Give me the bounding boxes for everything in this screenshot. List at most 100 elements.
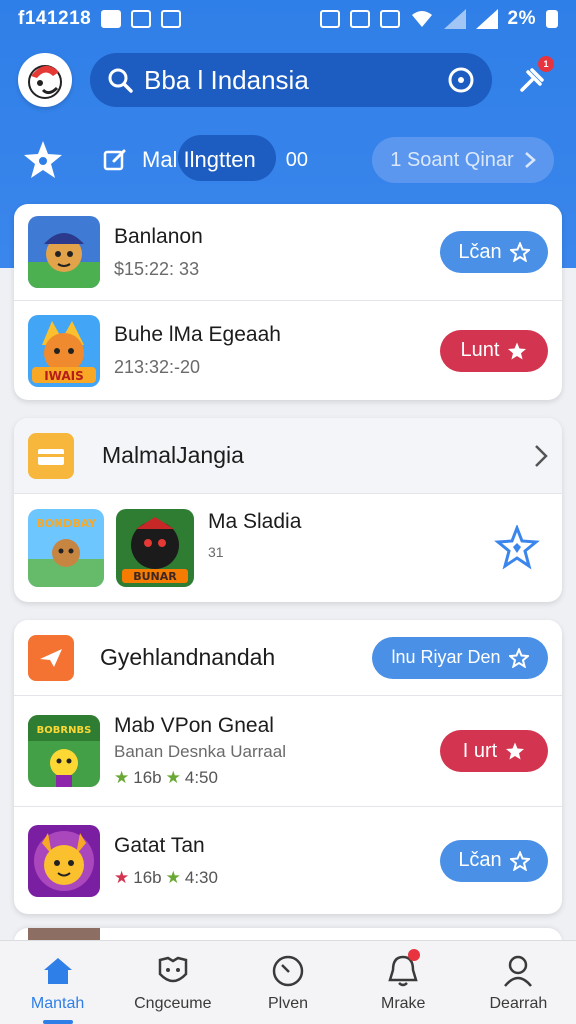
tab-edit[interactable]: Mal Ilngtten <box>102 135 276 181</box>
action-button-label: I urt <box>462 739 498 762</box>
nav-profile[interactable]: Dearrah <box>461 941 576 1024</box>
star-badge-icon[interactable] <box>494 525 540 571</box>
nav-home[interactable]: Mantah <box>0 941 115 1024</box>
section-header[interactable]: MalmalJangia <box>14 418 562 494</box>
nav-notifications-label: Mrake <box>380 995 426 1012</box>
list-item[interactable]: BONDBAY BUNAR Ma Sladia 31 <box>14 494 562 602</box>
star-icon: ★ <box>114 867 130 887</box>
app-thumbnail: BUNAR <box>116 509 194 587</box>
rating-value: 4:50 <box>184 768 218 787</box>
rating-row: ★ 16b ★ 4:30 <box>114 868 440 888</box>
nav-games[interactable]: Cngceume <box>115 941 230 1024</box>
nav-home-label: Mantah <box>30 995 85 1012</box>
section-title: Gyehlandnandah <box>100 644 276 670</box>
app-title: Mab VPon Gneal <box>114 714 274 737</box>
signal-full-icon <box>475 9 498 29</box>
action-button[interactable]: Lčan <box>440 839 548 882</box>
star-icon: ★ <box>114 768 130 787</box>
scan-icon[interactable] <box>446 65 476 95</box>
section-header: Gyehlandnandah lnu Riyar Den <box>14 620 562 696</box>
nav-plan[interactable]: Plven <box>230 941 345 1024</box>
clock-icon <box>270 953 306 989</box>
game-scene-image: BUNAR <box>116 509 194 587</box>
edit-icon <box>103 149 126 171</box>
list-item[interactable]: Banlanon $15:22: 33 Lčan <box>14 204 562 300</box>
data-icon <box>379 10 400 28</box>
send-icon <box>28 634 74 681</box>
section-title: MalmalJangia <box>102 442 244 468</box>
action-button-label: Lunt <box>460 339 500 361</box>
notification-badge: 1 <box>538 56 554 72</box>
star-outline-icon <box>509 850 530 871</box>
svg-text:IWAIS: IWAIS <box>44 369 84 383</box>
star-badge-icon <box>24 141 62 178</box>
game-character-image <box>28 824 100 897</box>
app-title: Buhe lMa Egeaah <box>114 323 281 346</box>
tab-edit-label: Mal Ilngtten <box>142 147 256 172</box>
search-icon <box>108 68 133 93</box>
search-input[interactable]: Bba l Indansia <box>144 65 446 96</box>
battery-icon <box>546 10 558 28</box>
vibrate-icon <box>349 10 370 28</box>
section-action-label: lnu Riyar Den <box>391 647 501 667</box>
list-item[interactable]: BOBRNBS Mab VPon Gneal Banan Desnka Uarr… <box>14 696 562 806</box>
star-icon <box>508 342 527 359</box>
status-bar: f141218 2% <box>0 0 576 38</box>
featured-card: Banlanon $15:22: 33 Lčan IWAIS Buhe lMa … <box>14 204 562 400</box>
action-button[interactable]: Lčan <box>440 231 548 273</box>
app-subtitle: $15:22: 33 <box>114 258 200 279</box>
game-character-image: IWAIS <box>28 314 100 387</box>
scan-qr-label: 1 Soant Qinar <box>390 148 514 171</box>
nav-profile-label: Dearrah <box>489 995 548 1012</box>
section-action-button[interactable]: lnu Riyar Den <box>372 636 548 679</box>
notifications-button[interactable]: 1 <box>514 56 554 98</box>
bottom-navigation: Mantah Cngceume Plven Mrake Dearrah <box>0 940 576 1024</box>
app-thumbnail <box>28 824 100 897</box>
action-button[interactable]: Lunt <box>440 329 548 372</box>
action-button[interactable]: I urt <box>440 730 548 772</box>
action-button-label: Lčan <box>458 240 502 263</box>
user-icon <box>500 953 536 989</box>
app-thumbnail: BONDBAY <box>28 509 104 587</box>
list-item[interactable]: IWAIS Buhe lMa Egeaah 213:32:-20 Lunt <box>14 300 562 400</box>
thumb-caption: BUNAR <box>133 570 177 583</box>
tab-favorites[interactable] <box>18 135 68 185</box>
app-title: Banlanon <box>114 224 203 248</box>
svg-text:BOBRNBS: BOBRNBS <box>37 725 92 736</box>
tab-count[interactable]: 00 <box>286 149 308 172</box>
scan-qr-button[interactable]: 1 Soant Qinar <box>372 137 554 183</box>
rating-value: 4:30 <box>184 867 218 887</box>
wifi-icon <box>411 11 432 27</box>
star-outline-icon <box>508 647 529 668</box>
rating-count: 16b <box>133 867 162 887</box>
nav-notifications[interactable]: Mrake <box>346 941 461 1024</box>
chevron-right-icon <box>524 152 536 168</box>
app-logo[interactable] <box>18 53 72 107</box>
signal-icon <box>443 9 466 29</box>
active-indicator <box>42 1020 73 1024</box>
action-button-label: Lčan <box>458 849 502 871</box>
search-bar[interactable]: Bba l Indansia <box>90 53 492 107</box>
mail-icon <box>161 10 182 28</box>
section-card: MalmalJangia BONDBAY BUNAR Ma Sladia 31 <box>14 418 562 602</box>
app-thumbnail <box>28 216 100 288</box>
list-item[interactable]: Gatat Tan ★ 16b ★ 4:30 Lčan <box>14 806 562 914</box>
notification-dot <box>407 949 420 961</box>
star-icon: ★ <box>165 867 181 887</box>
nav-games-label: Cngceume <box>134 995 212 1012</box>
nav-plan-label: Plven <box>267 995 309 1012</box>
battery-level: 2% <box>507 8 536 29</box>
star-outline-icon <box>509 242 530 262</box>
sim-icon <box>319 10 340 28</box>
app-subtitle: 31 <box>208 544 224 560</box>
app-title: Ma Sladia <box>208 510 302 533</box>
game-scene-image: BONDBAY <box>28 509 104 587</box>
star-icon: ★ <box>165 768 181 787</box>
app-thumbnail: IWAIS <box>28 314 100 387</box>
chevron-right-icon[interactable] <box>534 444 548 468</box>
thumb-caption: BONDBAY <box>36 517 97 530</box>
game-character-image: BOBRNBS <box>28 715 100 787</box>
home-icon <box>40 953 76 989</box>
mascot-icon <box>28 65 62 99</box>
game-character-image <box>28 216 100 288</box>
